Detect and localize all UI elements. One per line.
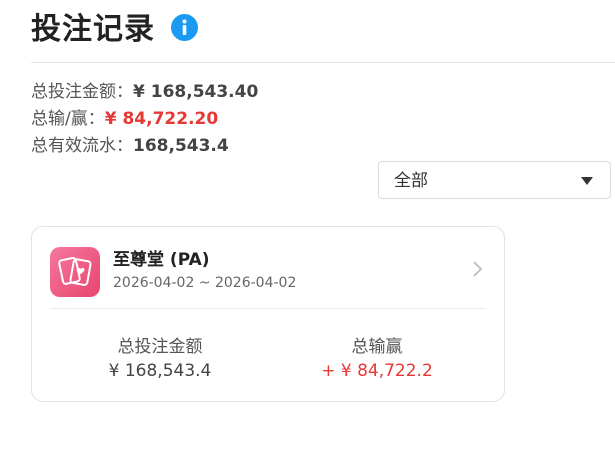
filter-selected-label: 全部: [394, 171, 428, 191]
win-loss-value: ¥ 84,722.20: [104, 109, 219, 129]
win-loss-summary: 总输/赢：¥ 84,722.20: [31, 107, 218, 131]
total-bet-value: ¥ 168,543.40: [133, 82, 259, 102]
win-stat-value: + ¥ 84,722.2: [321, 361, 433, 381]
bet-stat-label: 总投注金额: [117, 337, 203, 357]
header-divider: [31, 62, 615, 63]
playing-cards-icon: [50, 247, 100, 297]
record-card[interactable]: 至尊堂 (PA) 2026-04-02 ~ 2026-04-02 总投注金额 ¥…: [31, 226, 505, 402]
win-stat-label: 总输赢: [351, 337, 403, 357]
page-title: 投注记录: [31, 12, 155, 47]
bet-stat: 总投注金额 ¥ 168,543.4: [80, 335, 240, 383]
total-bet-label: 总投注金额：: [31, 82, 133, 102]
date-range: 2026-04-02 ~ 2026-04-02: [113, 275, 297, 291]
game-name: 至尊堂 (PA): [113, 250, 210, 270]
caret-down-icon: [581, 177, 593, 185]
info-icon[interactable]: [171, 14, 198, 41]
win-stat: 总输赢 + ¥ 84,722.2: [297, 335, 457, 383]
bet-stat-value: ¥ 168,543.4: [108, 361, 212, 381]
card-divider: [50, 308, 486, 309]
valid-turnover-value: 168,543.4: [133, 136, 229, 156]
valid-turnover-summary: 总有效流水：168,543.4: [31, 134, 229, 158]
filter-dropdown[interactable]: 全部: [378, 161, 611, 199]
total-bet-summary: 总投注金额：¥ 168,543.40: [31, 80, 258, 104]
valid-turnover-label: 总有效流水：: [31, 136, 133, 156]
win-loss-label: 总输/赢：: [31, 109, 105, 129]
chevron-right-icon: [473, 261, 483, 277]
